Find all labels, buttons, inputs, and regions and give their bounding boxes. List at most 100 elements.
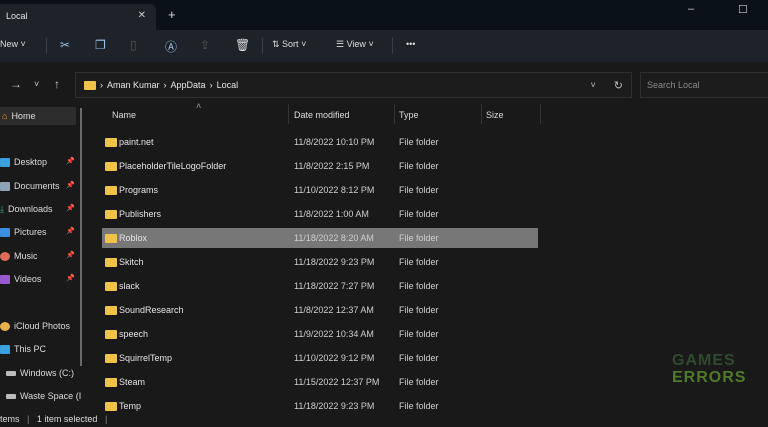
file-row[interactable]: Programs 11/10/2022 8:12 PM File folder bbox=[102, 180, 538, 200]
refresh-icon[interactable]: ↻ bbox=[614, 79, 623, 92]
pin-icon[interactable]: 📌 bbox=[66, 157, 75, 165]
file-row[interactable]: Skitch 11/18/2022 9:23 PM File folder bbox=[102, 252, 538, 272]
sidebar-item-label: Music bbox=[14, 251, 38, 261]
address-dropdown-icon[interactable]: ˅ bbox=[591, 80, 596, 90]
sidebar-item-this-pc[interactable]: This PC bbox=[0, 340, 46, 358]
sidebar-item-windows-c[interactable]: Windows (C:) bbox=[6, 364, 74, 382]
file-row[interactable]: Temp 11/18/2022 9:23 PM File folder bbox=[102, 396, 538, 416]
new-button[interactable]: New ˅ bbox=[0, 39, 26, 49]
up-icon[interactable]: ↑ bbox=[54, 77, 60, 91]
column-size[interactable]: Size bbox=[486, 110, 504, 120]
sort-button[interactable]: ⇅ Sort ˅ bbox=[272, 39, 306, 50]
more-options-button[interactable]: ••• bbox=[406, 39, 415, 49]
file-row[interactable]: slack 11/18/2022 7:27 PM File folder bbox=[102, 276, 538, 296]
sidebar-item-pictures[interactable]: Pictures bbox=[0, 223, 47, 241]
file-row[interactable]: SquirrelTemp 11/10/2022 9:12 PM File fol… bbox=[102, 348, 538, 368]
sidebar-item-desktop[interactable]: Desktop bbox=[0, 153, 47, 171]
forward-icon[interactable]: → bbox=[10, 77, 22, 91]
file-date: 11/8/2022 1:00 AM bbox=[294, 209, 369, 219]
videos-icon bbox=[0, 274, 10, 284]
column-divider[interactable] bbox=[394, 104, 395, 124]
pictures-icon bbox=[0, 227, 10, 237]
share-icon[interactable]: ⇪ bbox=[200, 38, 210, 52]
file-row[interactable]: paint.net 11/8/2022 10:10 PM File folder bbox=[102, 132, 538, 152]
view-button[interactable]: ☰ View ˅ bbox=[336, 39, 374, 50]
folder-icon bbox=[105, 185, 117, 195]
maximize-button[interactable]: ☐ bbox=[738, 3, 748, 16]
divider bbox=[392, 38, 393, 54]
file-name: Skitch bbox=[119, 257, 144, 267]
status-bar: tems | 1 item selected | bbox=[0, 414, 108, 424]
file-name: SquirrelTemp bbox=[119, 353, 173, 363]
recent-locations-icon[interactable]: ˅ bbox=[34, 79, 39, 89]
file-type: File folder bbox=[399, 377, 439, 387]
documents-icon bbox=[0, 181, 10, 191]
file-row[interactable]: SoundResearch 11/8/2022 12:37 AM File fo… bbox=[102, 300, 538, 320]
sidebar-item-label: Home bbox=[11, 111, 36, 121]
drive-icon bbox=[6, 393, 16, 399]
column-divider[interactable] bbox=[540, 104, 541, 124]
folder-icon bbox=[105, 233, 117, 243]
folder-icon bbox=[105, 161, 117, 171]
minimize-button[interactable]: – bbox=[688, 3, 694, 15]
sidebar-item-home[interactable]: ⌂ Home bbox=[0, 107, 76, 125]
address-bar[interactable]: › Aman Kumar › AppData › Local ˅ ↻ bbox=[75, 72, 632, 98]
new-tab-button[interactable]: + bbox=[168, 7, 176, 22]
column-divider[interactable] bbox=[288, 104, 289, 124]
pin-icon[interactable]: 📌 bbox=[66, 251, 75, 259]
folder-icon bbox=[105, 305, 117, 315]
file-row[interactable]: Publishers 11/8/2022 1:00 AM File folder bbox=[102, 204, 538, 224]
file-row[interactable]: Steam 11/15/2022 12:37 PM File folder bbox=[102, 372, 538, 392]
sidebar-item-icloud-photos[interactable]: iCloud Photos bbox=[0, 317, 70, 335]
file-type: File folder bbox=[399, 257, 439, 267]
sidebar-item-label: Videos bbox=[14, 274, 42, 284]
pin-icon[interactable]: 📌 bbox=[66, 181, 75, 189]
breadcrumb-separator: › bbox=[100, 80, 103, 90]
tab-local[interactable]: Local ✕ bbox=[0, 4, 156, 30]
file-name: Steam bbox=[119, 377, 146, 387]
cut-icon[interactable]: ✂ bbox=[60, 38, 70, 52]
breadcrumb-aman-kumar[interactable]: Aman Kumar bbox=[107, 80, 160, 90]
close-tab-icon[interactable]: ✕ bbox=[138, 10, 146, 21]
breadcrumb-appdata[interactable]: AppData bbox=[171, 80, 206, 90]
breadcrumb-local[interactable]: Local bbox=[217, 80, 239, 90]
file-type: File folder bbox=[399, 401, 439, 411]
file-date: 11/18/2022 9:23 PM bbox=[294, 401, 375, 411]
file-row[interactable]: Roblox 11/18/2022 8:20 AM File folder bbox=[102, 228, 538, 248]
column-type[interactable]: Type bbox=[399, 110, 419, 120]
paste-icon[interactable]: ▯ bbox=[130, 38, 137, 52]
pin-icon[interactable]: 📌 bbox=[66, 227, 75, 235]
breadcrumb-separator: › bbox=[163, 80, 167, 90]
file-date: 11/8/2022 10:10 PM bbox=[294, 137, 375, 147]
sidebar-item-music[interactable]: Music bbox=[0, 247, 38, 265]
pin-icon[interactable]: 📌 bbox=[66, 204, 75, 212]
file-row[interactable]: speech 11/9/2022 10:34 AM File folder bbox=[102, 324, 538, 344]
file-name: SoundResearch bbox=[119, 305, 184, 315]
file-name: Publishers bbox=[119, 209, 162, 219]
file-date: 11/15/2022 12:37 PM bbox=[294, 377, 380, 387]
pin-icon[interactable]: 📌 bbox=[66, 274, 75, 282]
delete-icon[interactable]: 🗑 bbox=[235, 38, 250, 52]
folder-icon bbox=[105, 257, 117, 267]
divider bbox=[262, 38, 263, 54]
file-date: 11/18/2022 7:27 PM bbox=[294, 281, 375, 291]
sidebar-scrollbar[interactable] bbox=[80, 108, 82, 366]
copy-icon[interactable]: ❐ bbox=[95, 38, 106, 52]
column-date-modified[interactable]: Date modified bbox=[294, 110, 350, 120]
file-name: PlaceholderTileLogoFolder bbox=[119, 161, 227, 171]
file-row[interactable]: PlaceholderTileLogoFolder 11/8/2022 2:15… bbox=[102, 156, 538, 176]
folder-icon bbox=[105, 329, 117, 339]
rename-icon[interactable]: Ⓐ bbox=[165, 38, 177, 55]
sidebar-item-videos[interactable]: Videos bbox=[0, 270, 41, 288]
sidebar-item-waste-space[interactable]: Waste Space (I bbox=[6, 387, 81, 405]
folder-icon bbox=[105, 353, 117, 363]
file-type: File folder bbox=[399, 353, 439, 363]
sidebar-item-downloads[interactable]: ⤓ Downloads bbox=[0, 200, 53, 218]
sidebar-item-label: Desktop bbox=[14, 157, 48, 167]
column-name[interactable]: Name bbox=[112, 110, 136, 120]
file-type: File folder bbox=[399, 281, 439, 291]
sidebar-item-documents[interactable]: Documents bbox=[0, 177, 60, 195]
search-input[interactable]: Search Local bbox=[640, 72, 768, 98]
column-divider[interactable] bbox=[481, 104, 482, 124]
file-type: File folder bbox=[399, 329, 439, 339]
